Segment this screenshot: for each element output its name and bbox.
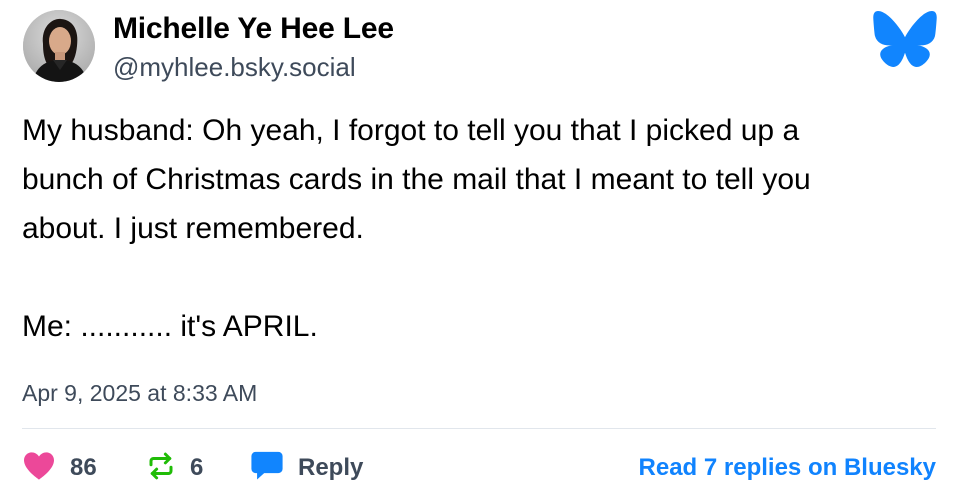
- like-count: 86: [70, 454, 97, 481]
- bluesky-post-embed: Michelle Ye Hee Lee @myhlee.bsky.social …: [0, 0, 960, 495]
- avatar[interactable]: [23, 10, 95, 82]
- avatar-image: [23, 10, 95, 82]
- repost-icon: [146, 451, 176, 486]
- action-bar: 86 6 Reply Read 7 replies on Bluesky: [22, 446, 936, 490]
- reply-label: Reply: [298, 454, 364, 481]
- speech-bubble-icon: [250, 450, 284, 487]
- repost-count: 6: [190, 454, 204, 481]
- like-button[interactable]: 86: [22, 446, 97, 490]
- author-name[interactable]: Michelle Ye Hee Lee: [113, 11, 394, 47]
- repost-button[interactable]: 6: [146, 446, 203, 490]
- divider: [22, 428, 936, 429]
- read-replies-link[interactable]: Read 7 replies on Bluesky: [639, 446, 936, 490]
- author-handle[interactable]: @myhlee.bsky.social: [113, 52, 356, 82]
- bluesky-butterfly-icon[interactable]: [872, 10, 938, 68]
- post-text: My husband: Oh yeah, I forgot to tell yo…: [22, 114, 811, 343]
- post-timestamp[interactable]: Apr 9, 2025 at 8:33 AM: [22, 378, 257, 408]
- reply-button[interactable]: Reply: [250, 446, 363, 490]
- heart-icon: [22, 451, 56, 486]
